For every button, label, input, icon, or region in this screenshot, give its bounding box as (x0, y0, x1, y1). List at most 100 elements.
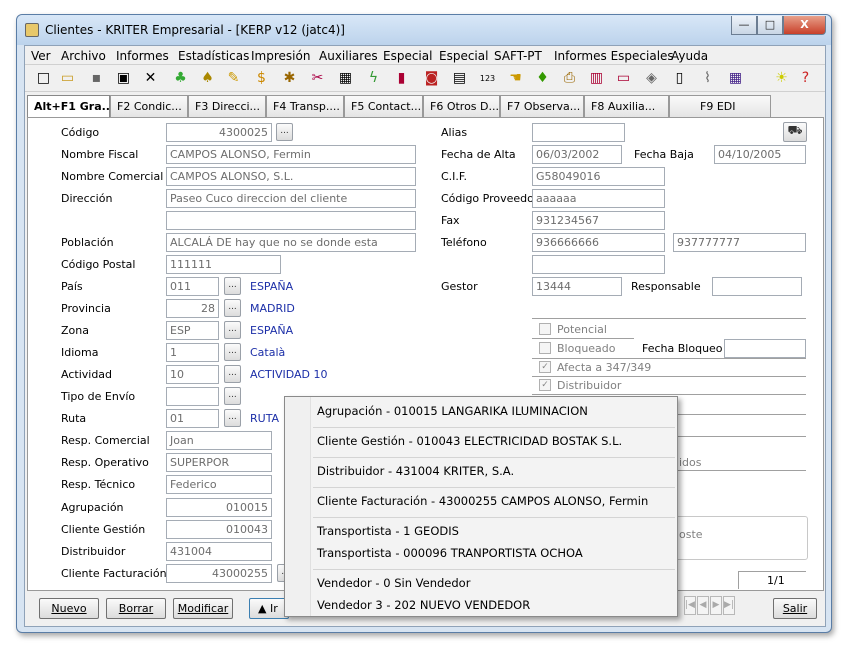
bug-icon[interactable]: ✱ (281, 70, 298, 87)
idioma-lookup-button[interactable]: ... (224, 343, 241, 361)
help-icon[interactable]: ? (797, 70, 814, 87)
calendar-icon[interactable]: ▦ (727, 70, 744, 87)
hand-icon[interactable]: ☚ (507, 70, 524, 87)
popup-item-cliente-gestion[interactable]: Cliente Gestión - 010043 ELECTRICIDAD BO… (317, 434, 622, 448)
delete-icon[interactable]: ✕ (142, 70, 159, 87)
money-icon[interactable]: $ (253, 70, 270, 87)
nav-last-button[interactable]: ▶| (723, 596, 735, 615)
ruta-lookup-button[interactable]: ... (224, 409, 241, 427)
nav-first-button[interactable]: |◀ (684, 596, 696, 615)
tab-auxiliares[interactable]: F8 Auxilia... (584, 95, 669, 117)
fecha-alta-field[interactable]: 06/03/2002 (532, 145, 622, 164)
nombre-fiscal-field[interactable]: CAMPOS ALONSO, Fermin (166, 145, 416, 164)
telefono-field[interactable]: 936666666 (532, 233, 665, 252)
resp-operativo-field[interactable]: SUPERPOR (166, 453, 272, 472)
popup-item-vendedor-1[interactable]: Vendedor - 0 Sin Vendedor (317, 576, 470, 590)
zona-field[interactable]: ESP (166, 321, 219, 340)
ruta-field[interactable]: 01 (166, 409, 219, 428)
menu-especial-2[interactable]: Especial (439, 49, 488, 63)
tab-direcciones[interactable]: F3 Direcci... (188, 95, 266, 117)
cliente-facturacion-field[interactable]: 43000255 (166, 564, 272, 583)
pencil-icon[interactable]: ✎ (225, 70, 242, 87)
modificar-button[interactable]: Modificar (173, 598, 233, 619)
tab-otros-datos[interactable]: F6 Otros D... (423, 95, 500, 117)
tools-icon[interactable]: ✂ (309, 70, 326, 87)
fecha-baja-field[interactable]: 04/10/2005 (714, 145, 806, 164)
gestor-field[interactable]: 13444 (532, 277, 622, 296)
menu-informes-especiales[interactable]: Informes Especiales (554, 49, 674, 63)
provincia-lookup-button[interactable]: ... (224, 299, 241, 317)
menu-especial[interactable]: Especial (383, 49, 432, 63)
tab-general[interactable]: Alt+F1 Gra... (27, 95, 110, 118)
direccion-field[interactable]: Paseo Cuco direccion del cliente (166, 189, 416, 208)
document-icon[interactable]: ▥ (588, 70, 605, 87)
filter-icon[interactable]: ♠ (199, 70, 216, 87)
zona-lookup-button[interactable]: ... (224, 321, 241, 339)
open-icon[interactable]: ▭ (59, 70, 76, 87)
tab-condiciones[interactable]: F2 Condic... (110, 95, 188, 117)
minimize-button[interactable]: — (731, 16, 757, 35)
alias-field[interactable] (532, 123, 625, 142)
popup-item-cliente-facturacion[interactable]: Cliente Facturación - 43000255 CAMPOS AL… (317, 494, 648, 508)
idioma-field[interactable]: 1 (166, 343, 219, 362)
file-icon[interactable]: ▯ (671, 70, 688, 87)
group-icon[interactable]: ♦ (534, 70, 551, 87)
codigo-proveedor-field[interactable]: aaaaaa (532, 189, 665, 208)
resp-comercial-field[interactable]: Joan (166, 431, 272, 450)
menu-archivo[interactable]: Archivo (61, 49, 106, 63)
nombre-comercial-field[interactable]: CAMPOS ALONSO, S.L. (166, 167, 416, 186)
provincia-field[interactable]: 28 (166, 299, 219, 318)
tab-observaciones[interactable]: F7 Observa... (500, 95, 584, 117)
menu-ver[interactable]: Ver (31, 49, 51, 63)
fax-field[interactable]: 931234567 (532, 211, 665, 230)
tipo-envio-lookup-button[interactable]: ... (224, 387, 241, 405)
extra-field[interactable] (532, 255, 665, 274)
edit-icon[interactable]: ▣ (115, 70, 132, 87)
cif-field[interactable]: G58049016 (532, 167, 665, 186)
save-icon[interactable]: ▪ (88, 70, 105, 87)
codigo-field[interactable]: 4300025 (166, 123, 272, 142)
popup-item-transportista-1[interactable]: Transportista - 1 GEODIS (317, 524, 459, 538)
tipo-envio-field[interactable] (166, 387, 219, 406)
table-icon[interactable]: ▤ (451, 70, 468, 87)
bulb-icon[interactable]: ☀ (773, 70, 790, 87)
popup-item-distribuidor[interactable]: Distribuidor - 431004 KRITER, S.A. (317, 464, 514, 478)
window-icon[interactable]: ▭ (615, 70, 632, 87)
fecha-bloqueo-field[interactable] (724, 339, 806, 358)
codigo-lookup-button[interactable]: ... (276, 123, 293, 141)
nuevo-button[interactable]: Nuevo (39, 598, 99, 619)
distribuidor-field[interactable]: 431004 (166, 542, 272, 561)
telefono-field-2[interactable]: 937777777 (673, 233, 806, 252)
grid-icon[interactable]: ▦ (337, 70, 354, 87)
lightning-icon[interactable]: ϟ (365, 70, 382, 87)
chart-icon[interactable]: ▮ (393, 70, 410, 87)
actividad-lookup-button[interactable]: ... (224, 365, 241, 383)
nav-prev-button[interactable]: ◀ (697, 596, 709, 615)
resp-tecnico-field[interactable]: Federico (166, 475, 272, 494)
menu-saft-pt[interactable]: SAFT-PT (494, 49, 542, 63)
tree-icon[interactable]: ♣ (172, 70, 189, 87)
menu-auxiliares[interactable]: Auxiliares (319, 49, 378, 63)
direccion-field-2[interactable] (166, 211, 416, 230)
potencial-checkbox[interactable] (539, 323, 551, 335)
maximize-button[interactable]: □ (757, 16, 783, 35)
popup-item-agrupacion[interactable]: Agrupación - 010015 LANGARIKA ILUMINACIO… (317, 404, 588, 418)
actividad-field[interactable]: 10 (166, 365, 219, 384)
menu-ayuda[interactable]: Ayuda (671, 49, 708, 63)
borrar-button[interactable]: Borrar (106, 598, 166, 619)
popup-item-transportista-2[interactable]: Transportista - 000096 TRANPORTISTA OCHO… (317, 546, 583, 560)
menu-impresion[interactable]: Impresión (251, 49, 310, 63)
cliente-gestion-field[interactable]: 010043 (166, 520, 272, 539)
tab-contactos[interactable]: F5 Contact... (344, 95, 423, 117)
salir-button[interactable]: Salir (773, 598, 817, 619)
distribuidor-checkbox[interactable]: ✓ (539, 379, 551, 391)
pais-field[interactable]: 011 (166, 277, 219, 296)
title-bar[interactable]: Clientes - KRITER Empresarial - [KERP v1… (17, 15, 831, 45)
responsable-field[interactable] (712, 277, 802, 296)
close-button[interactable]: X (783, 16, 826, 35)
bloqueado-checkbox[interactable] (539, 342, 551, 354)
camera-icon[interactable]: ◙ (423, 70, 440, 87)
poblacion-field[interactable]: ALCALÁ DE hay que no se donde esta (166, 233, 416, 252)
new-icon[interactable]: □ (35, 70, 52, 87)
pais-lookup-button[interactable]: ... (224, 277, 241, 295)
